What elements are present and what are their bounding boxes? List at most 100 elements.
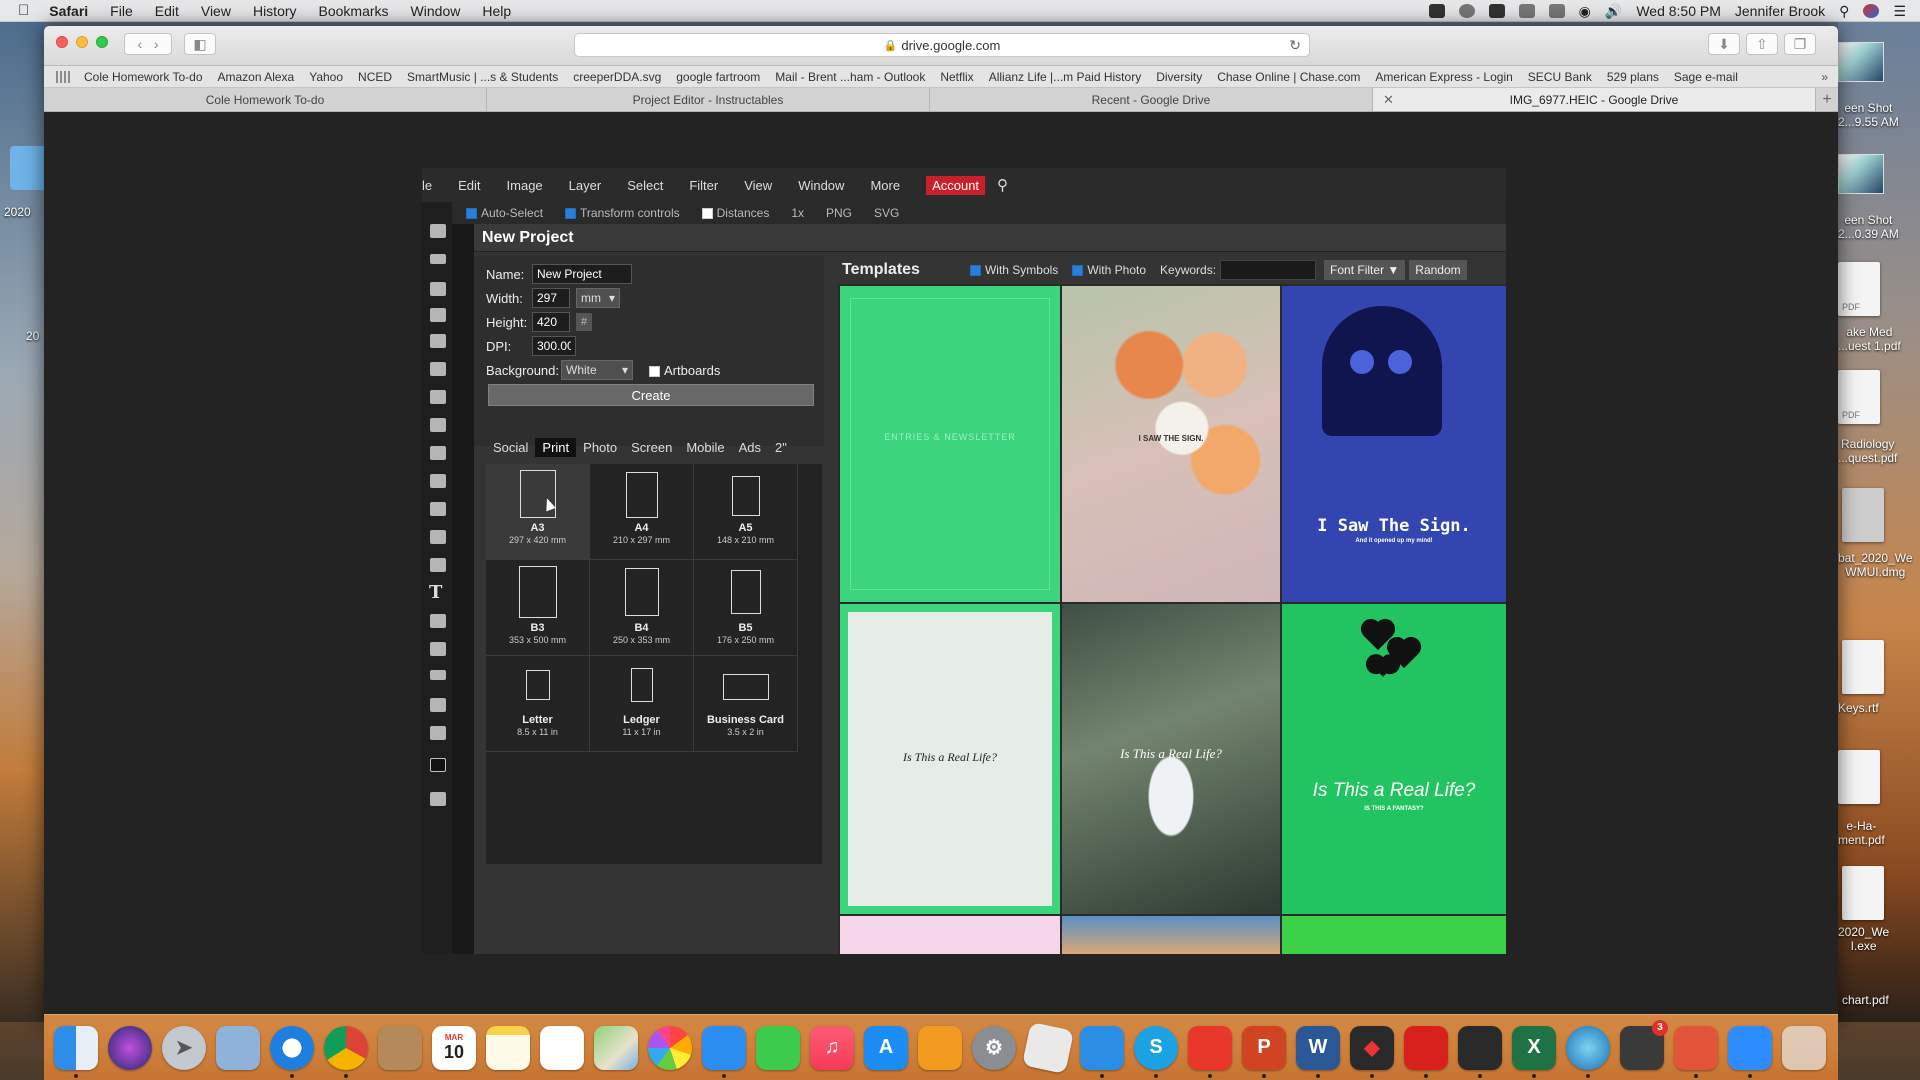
menu-help[interactable]: Help <box>482 3 511 19</box>
bookmark-item[interactable]: 529 plans <box>1607 70 1659 84</box>
magic-wand-icon[interactable] <box>430 308 446 322</box>
exe-file-icon[interactable] <box>1842 866 1884 920</box>
bookmark-item[interactable]: Cole Homework To-do <box>84 70 203 84</box>
forward-icon[interactable]: › <box>154 36 159 52</box>
testflight-icon[interactable] <box>1080 1025 1124 1078</box>
gradient-tool-icon[interactable] <box>430 502 446 516</box>
acrobat-icon[interactable] <box>1404 1025 1448 1078</box>
safari-icon[interactable] <box>270 1025 314 1078</box>
quick-mask-icon[interactable] <box>430 792 446 806</box>
malwarebytes-icon[interactable] <box>1488 4 1505 18</box>
lasso-tool-icon[interactable] <box>430 282 446 296</box>
volume-icon[interactable]: 🔊 <box>1605 3 1622 20</box>
powerpoint-icon[interactable]: P <box>1242 1025 1286 1078</box>
distances-option[interactable]: Distances <box>701 206 769 220</box>
move-tool-icon[interactable] <box>430 224 446 238</box>
rtf-file-icon[interactable] <box>1842 640 1884 694</box>
chrome-icon[interactable] <box>324 1025 368 1078</box>
screenshot-thumbnail[interactable] <box>1838 42 1884 82</box>
acrobat-reader-icon[interactable] <box>1458 1025 1502 1078</box>
bookmark-item[interactable]: Amazon Alexa <box>218 70 295 84</box>
tab-screen[interactable]: Screen <box>624 438 679 457</box>
bookmark-item[interactable]: Chase Online | Chase.com <box>1217 70 1360 84</box>
blur-tool-icon[interactable] <box>430 530 446 544</box>
editor-menu-account[interactable]: Account <box>926 175 986 195</box>
apple-icon[interactable]:  <box>18 2 29 19</box>
reload-icon[interactable]: ↻ <box>1289 37 1301 54</box>
eyedropper-icon[interactable] <box>430 362 446 376</box>
preset-b3[interactable]: B3 353 x 500 mm <box>486 560 590 656</box>
menu-view[interactable]: View <box>201 3 231 19</box>
music-icon[interactable]: ♫ <box>810 1025 854 1070</box>
preset-a3[interactable]: A3 297 x 420 mm <box>486 464 590 560</box>
bookmark-item[interactable]: SmartMusic | ...s & Students <box>407 70 558 84</box>
bookmark-item[interactable]: google fartroom <box>676 70 760 84</box>
maps-icon[interactable] <box>594 1025 638 1070</box>
minimize-window-button[interactable] <box>76 36 88 48</box>
menu-file[interactable]: File <box>110 3 133 19</box>
downloads-button[interactable]: ⬇ <box>1708 33 1740 55</box>
trash-icon[interactable] <box>1782 1025 1826 1070</box>
auto-select-option[interactable]: Auto-Select <box>466 206 543 220</box>
word-icon[interactable]: W <box>1296 1025 1340 1078</box>
photos-icon[interactable] <box>648 1025 692 1070</box>
notes-icon[interactable] <box>486 1025 530 1070</box>
airplay-icon[interactable] <box>1518 4 1535 18</box>
tab-recent-drive[interactable]: Recent - Google Drive <box>930 88 1373 111</box>
search-icon[interactable]: ⚲ <box>997 176 1008 194</box>
zoom-window-button[interactable] <box>96 36 108 48</box>
healing-brush-icon[interactable] <box>430 390 446 404</box>
with-photo-option[interactable]: With Photo <box>1072 263 1146 277</box>
editor-menu-more[interactable]: More <box>870 178 900 193</box>
tab-ads[interactable]: Ads <box>732 438 768 457</box>
user-name[interactable]: Jennifer Brook <box>1735 3 1825 19</box>
dodge-tool-icon[interactable] <box>430 558 446 572</box>
preset-letter[interactable]: Letter 8.5 x 11 in <box>486 656 590 752</box>
menu-window[interactable]: Window <box>411 3 461 19</box>
finder-icon[interactable] <box>54 1025 98 1078</box>
tab-overview-button[interactable]: ❐ <box>1784 33 1816 55</box>
bookmark-item[interactable]: Sage e-mail <box>1674 70 1738 84</box>
notification-center-icon[interactable]: ☰ <box>1893 3 1906 20</box>
edge-icon[interactable] <box>1566 1025 1610 1078</box>
template-card-partial[interactable] <box>840 916 1060 954</box>
path-select-icon[interactable] <box>430 642 446 656</box>
dpi-input[interactable] <box>532 336 576 356</box>
with-photo-checkbox[interactable] <box>1072 265 1084 277</box>
template-card-partial[interactable] <box>1282 916 1506 954</box>
template-card-ghost[interactable]: I Saw The Sign. And it opened up my mind… <box>1282 286 1506 602</box>
template-card-real-life-light[interactable]: Is This a Real Life? <box>840 604 1060 914</box>
sidebar-button[interactable]: ◧ <box>184 33 216 55</box>
tab-cole-homework[interactable]: Cole Homework To-do <box>44 88 487 111</box>
pdf-file-icon[interactable] <box>1838 750 1880 804</box>
close-tab-icon[interactable]: ✕ <box>1383 92 1394 108</box>
tab-social[interactable]: Social <box>486 438 535 457</box>
stamp-tool-icon[interactable] <box>430 446 446 460</box>
address-bar[interactable]: 🔒 drive.google.com ↻ <box>574 33 1310 57</box>
crop-tool-icon[interactable] <box>430 334 446 348</box>
bookmark-item[interactable]: Allianz Life |...m Paid History <box>989 70 1142 84</box>
keywords-input[interactable] <box>1220 260 1317 280</box>
pen-tool-icon[interactable] <box>430 614 446 628</box>
siri-status-icon[interactable] <box>1863 4 1880 18</box>
bookmark-item[interactable]: NCED <box>358 70 392 84</box>
teamviewer-icon[interactable] <box>1674 1025 1718 1078</box>
clock[interactable]: Wed 8:50 PM <box>1636 3 1721 19</box>
template-card-hearts[interactable]: Is This a Real Life? IS THIS A FANTASY? <box>1282 604 1506 914</box>
dmg-file-icon[interactable] <box>1842 488 1884 542</box>
with-symbols-checkbox[interactable] <box>969 265 981 277</box>
artboards-checkbox[interactable] <box>649 365 660 377</box>
editor-menu-window[interactable]: Window <box>798 178 844 193</box>
artboards-option[interactable]: Artboards <box>649 363 720 378</box>
preset-a5[interactable]: A5 148 x 210 mm <box>694 464 798 560</box>
distances-checkbox[interactable] <box>701 208 713 220</box>
bookmark-item[interactable]: Diversity <box>1156 70 1202 84</box>
preset-business-card[interactable]: Business Card 3.5 x 2 in <box>694 656 798 752</box>
contacts-icon[interactable] <box>378 1025 422 1070</box>
background-select[interactable]: White ▾ <box>561 360 633 380</box>
roblox-icon[interactable] <box>1021 1021 1075 1074</box>
editor-menu-file[interactable]: le <box>422 178 432 193</box>
zoom-select[interactable]: 1x <box>791 206 804 220</box>
random-button[interactable]: Random <box>1409 260 1467 280</box>
auto-select-checkbox[interactable] <box>466 208 477 220</box>
